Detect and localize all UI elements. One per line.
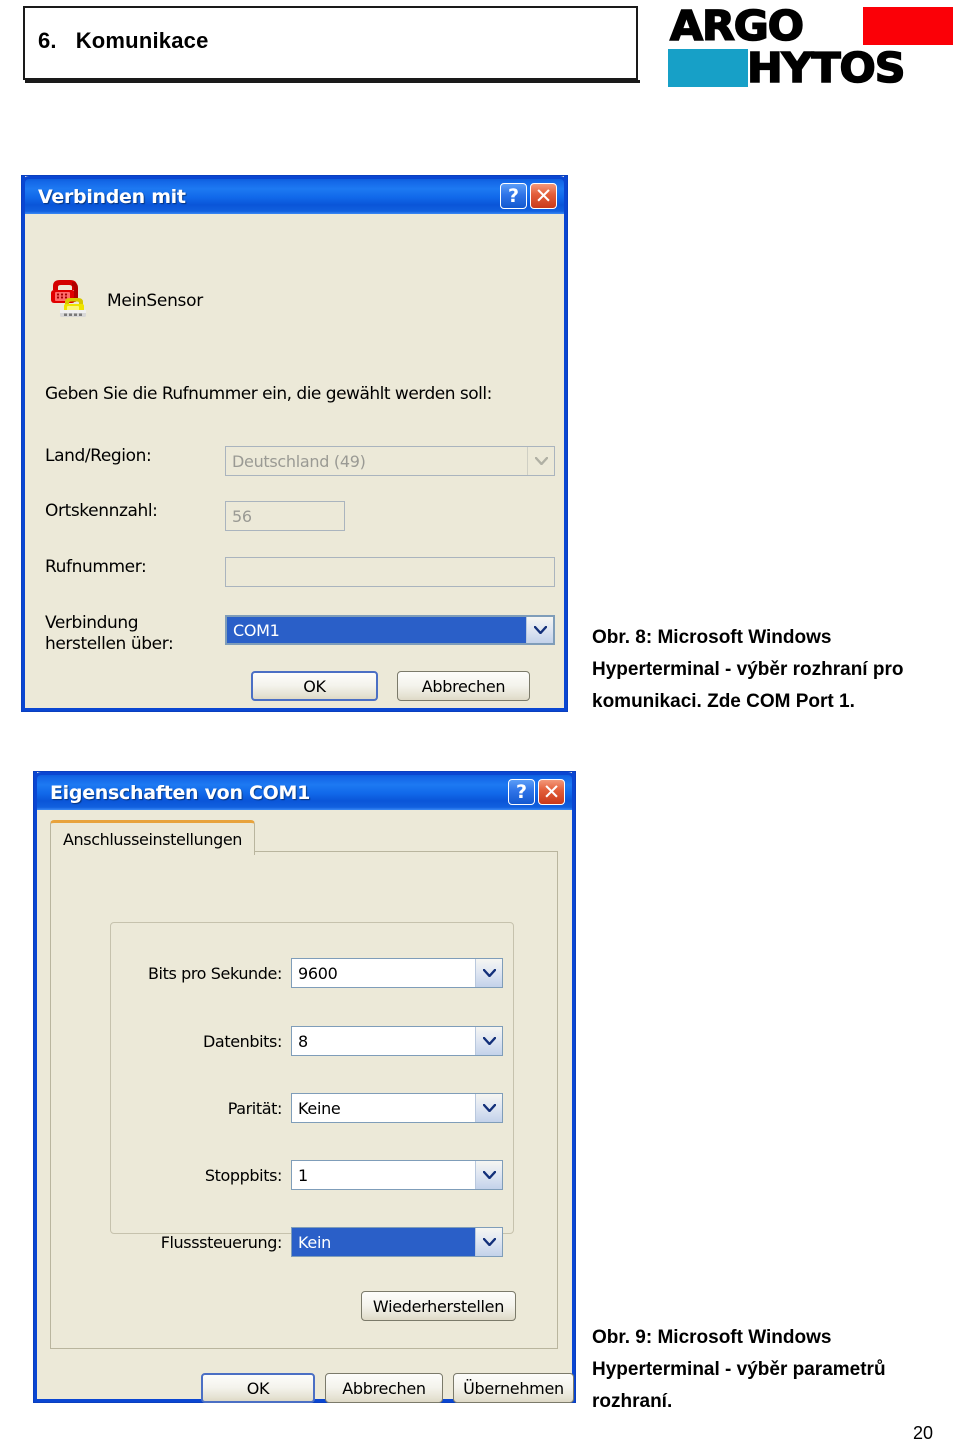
combobox-datenbits[interactable]: 8 — [291, 1026, 503, 1056]
textfield-ortskennzahl-value: 56 — [232, 506, 252, 526]
field-row-rufnummer: Rufnummer: — [45, 557, 555, 587]
dialog-titlebar[interactable]: Verbinden mit ? ✕ — [22, 176, 567, 214]
ok-button[interactable]: OK — [251, 671, 378, 701]
close-icon[interactable]: ✕ — [530, 183, 557, 209]
dial-instruction: Geben Sie die Rufnummer ein, die gewählt… — [45, 384, 492, 404]
connection-name: MeinSensor — [107, 290, 203, 311]
textfield-ortskennzahl[interactable]: 56 — [225, 501, 345, 531]
settings-row-stoppbits: Stoppbits: 1 — [130, 1160, 505, 1190]
combobox-land-region-value: Deutschland (49) — [232, 451, 366, 471]
help-icon[interactable]: ? — [508, 779, 535, 805]
label-datenbits: Datenbits: — [203, 1031, 282, 1051]
header-box-shadow — [25, 80, 640, 83]
tab-anschlusseinstellungen[interactable]: Anschlusseinstellungen — [50, 820, 256, 855]
apply-button[interactable]: Übernehmen — [453, 1373, 574, 1403]
combobox-flusssteuerung-value: Kein — [292, 1228, 475, 1256]
combobox-paritaet[interactable]: Keine — [291, 1093, 503, 1123]
label-verbindung-herstellen-ueber: Verbindung herstellen über: — [45, 613, 174, 654]
chevron-down-icon[interactable] — [475, 959, 502, 987]
help-icon[interactable]: ? — [500, 183, 527, 209]
argo-hytos-logo: ARGO HYTOS — [668, 2, 953, 92]
combobox-verbindung[interactable]: COM1 — [225, 615, 555, 645]
combobox-verbindung-value: COM1 — [227, 617, 526, 643]
label-bits-pro-sekunde: Bits pro Sekunde: — [147, 963, 282, 983]
dialog-title: Verbinden mit — [38, 185, 186, 208]
label-ortskennzahl: Ortskennzahl: — [45, 501, 158, 521]
combobox-stoppbits[interactable]: 1 — [291, 1160, 503, 1190]
settings-row-bits-pro-sekunde: Bits pro Sekunde: 9600 — [130, 958, 505, 988]
chapter-title-text: Komunikace — [75, 28, 209, 53]
chevron-down-icon[interactable] — [526, 617, 553, 643]
phone-icon — [47, 276, 93, 325]
chevron-down-icon[interactable] — [475, 1094, 502, 1122]
combobox-bits-pro-sekunde[interactable]: 9600 — [291, 958, 503, 988]
page-number: 20 — [913, 1423, 934, 1443]
ok-button[interactable]: OK — [201, 1373, 315, 1403]
combobox-datenbits-value: 8 — [298, 1031, 308, 1051]
label-rufnummer: Rufnummer: — [45, 557, 147, 577]
close-icon[interactable]: ✕ — [538, 779, 565, 805]
logo-word-hytos: HYTOS — [746, 44, 906, 92]
logo-word-argo: ARGO — [669, 2, 805, 50]
chevron-down-icon[interactable] — [527, 447, 554, 475]
tab-strip: Anschlusseinstellungen — [50, 820, 256, 855]
label-paritaet: Parität: — [227, 1098, 283, 1118]
connection-identity: MeinSensor — [47, 276, 203, 325]
dialog-title: Eigenschaften von COM1 — [50, 781, 311, 804]
chevron-down-icon[interactable] — [475, 1027, 502, 1055]
figure-caption-9: Obr. 9: Microsoft Windows Hyperterminal … — [592, 1327, 886, 1412]
restore-defaults-button[interactable]: Wiederherstellen — [361, 1291, 516, 1321]
textfield-rufnummer[interactable] — [225, 557, 555, 587]
combobox-bits-pro-sekunde-value: 9600 — [298, 963, 338, 983]
dialog-eigenschaften-com1: Eigenschaften von COM1 ? ✕ Anschlusseins… — [34, 772, 575, 1403]
field-row-ortskennzahl: Ortskennzahl: 56 — [45, 501, 555, 531]
combobox-flusssteuerung[interactable]: Kein — [291, 1227, 503, 1257]
chapter-number: 6. — [38, 28, 57, 53]
page-title: 6. Komunikace — [38, 28, 209, 54]
label-stoppbits: Stoppbits: — [204, 1165, 283, 1185]
titlebar-buttons: ? ✕ — [500, 183, 557, 209]
combobox-stoppbits-value: 1 — [298, 1165, 308, 1185]
cancel-button[interactable]: Abbrechen — [325, 1373, 443, 1403]
combobox-paritaet-value: Keine — [298, 1098, 341, 1118]
cancel-button[interactable]: Abbrechen — [397, 671, 530, 701]
titlebar-buttons: ? ✕ — [508, 779, 565, 805]
logo-row-bottom: HYTOS — [668, 44, 953, 92]
logo-row-top: ARGO — [668, 2, 953, 50]
chevron-down-icon[interactable] — [475, 1228, 502, 1256]
settings-row-datenbits: Datenbits: 8 — [130, 1026, 505, 1056]
chevron-down-icon[interactable] — [475, 1161, 502, 1189]
field-row-verbindung: Verbindung herstellen über: COM1 — [45, 601, 555, 655]
dialog-verbinden-mit: Verbinden mit ? ✕ MeinSensor Geben Sie d… — [22, 176, 567, 711]
combobox-land-region[interactable]: Deutschland (49) — [225, 446, 555, 476]
figure-caption-8: Obr. 8: Microsoft Windows Hyperterminal … — [592, 627, 904, 712]
dialog-titlebar[interactable]: Eigenschaften von COM1 ? ✕ — [34, 772, 575, 810]
page-header: 6. Komunikace ARGO HYTOS — [0, 0, 960, 110]
label-land-region: Land/Region: — [45, 446, 152, 466]
settings-row-paritaet: Parität: Keine — [130, 1093, 505, 1123]
field-row-land-region: Land/Region: Deutschland (49) — [45, 446, 555, 476]
settings-row-flusssteuerung: Flusssteuerung: Kein — [130, 1227, 505, 1257]
label-flusssteuerung: Flusssteuerung: — [160, 1232, 283, 1252]
